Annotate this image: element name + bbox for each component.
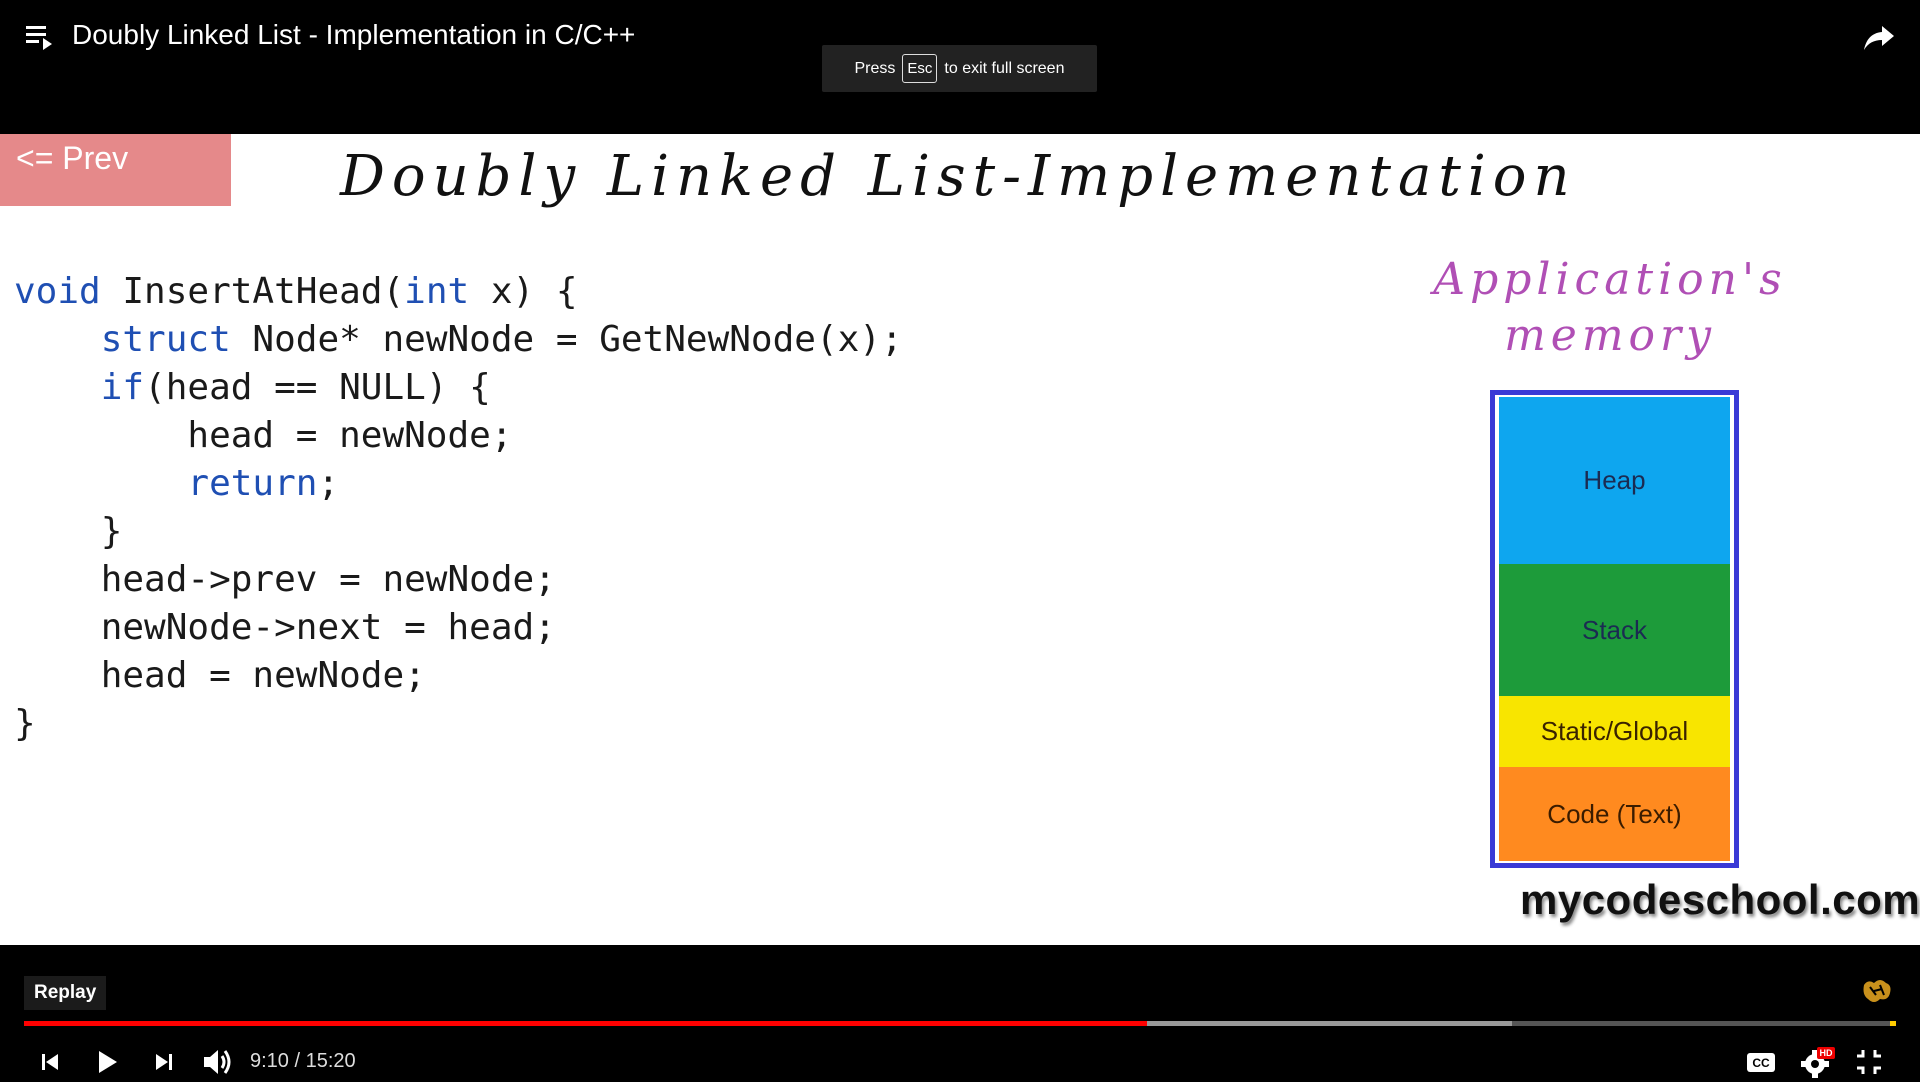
code-block: void InsertAtHead(int x) { struct Node* … xyxy=(14,268,903,748)
share-icon[interactable] xyxy=(1862,20,1896,54)
subtitles-icon[interactable]: CC xyxy=(1741,1042,1781,1082)
memory-title: Application's memory xyxy=(1420,252,1800,364)
top-bar: Doubly Linked List - Implementation in C… xyxy=(0,0,1920,134)
code-text: Node* newNode = GetNewNode(x); xyxy=(230,319,903,360)
channel-logo-icon[interactable] xyxy=(1860,977,1894,1005)
video-frame[interactable]: <= Prev Doubly Linked List-Implementatio… xyxy=(0,134,1920,945)
code-text: } xyxy=(14,703,36,744)
progress-marker xyxy=(1890,1021,1896,1026)
prev-button[interactable]: <= Prev xyxy=(0,134,231,206)
code-line: } xyxy=(14,700,903,748)
play-icon[interactable] xyxy=(87,1042,127,1082)
exit-fullscreen-icon[interactable] xyxy=(1849,1042,1889,1082)
code-line: return; xyxy=(14,460,903,508)
settings-icon[interactable]: HD xyxy=(1797,1042,1837,1082)
svg-text:CC: CC xyxy=(1752,1056,1770,1070)
code-line: newNode->next = head; xyxy=(14,604,903,652)
memory-title-line-1: Application's xyxy=(1433,254,1787,305)
code-line: if(head == NULL) { xyxy=(14,364,903,412)
next-icon[interactable] xyxy=(144,1042,184,1082)
code-text: head = newNode; xyxy=(100,655,426,696)
esc-key: Esc xyxy=(902,54,938,83)
memory-diagram: Heap Stack Static/Global Code (Text) xyxy=(1490,390,1739,868)
code-text: head = newNode; xyxy=(187,415,513,456)
code-text-segment: Code (Text) xyxy=(1499,767,1730,861)
progress-played xyxy=(24,1021,1148,1026)
video-title[interactable]: Doubly Linked List - Implementation in C… xyxy=(72,16,635,54)
code-keyword: struct xyxy=(100,319,231,360)
player-controls: Replay 9:10 / 15:20 CC HD xyxy=(0,945,1920,1080)
replay-badge[interactable]: Replay xyxy=(24,976,107,1010)
code-text: ; xyxy=(317,463,340,504)
code-text: InsertAtHead(int x) { xyxy=(100,271,578,312)
hd-badge: HD xyxy=(1820,1048,1833,1058)
previous-icon[interactable] xyxy=(30,1042,70,1082)
code-line: } xyxy=(14,508,903,556)
code-keyword: void xyxy=(14,271,101,312)
hint-press: Press xyxy=(854,59,896,77)
progress-bar[interactable] xyxy=(24,1021,1896,1026)
code-line: head->prev = newNode; xyxy=(14,556,903,604)
volume-icon[interactable] xyxy=(198,1042,238,1082)
heap-segment: Heap xyxy=(1499,397,1730,564)
hint-suffix: to exit full screen xyxy=(944,59,1065,77)
site-watermark: mycodeschool.com xyxy=(1520,876,1920,923)
code-line: struct Node* newNode = GetNewNode(x); xyxy=(14,316,903,364)
code-text: head->prev = newNode; xyxy=(100,559,556,600)
memory-title-line-2: memory xyxy=(1504,310,1716,361)
code-line: head = newNode; xyxy=(14,652,903,700)
playlist-icon[interactable] xyxy=(24,20,56,52)
code-line: head = newNode; xyxy=(14,412,903,460)
fullscreen-hint: Press Esc to exit full screen xyxy=(822,45,1097,92)
code-text: newNode->next = head; xyxy=(100,607,556,648)
stack-segment: Stack xyxy=(1499,564,1730,696)
code-keyword: if xyxy=(100,367,145,408)
code-text: } xyxy=(100,511,123,552)
code-line: void InsertAtHead(int x) { xyxy=(14,268,903,316)
static-global-segment: Static/Global xyxy=(1499,696,1730,767)
code-keyword: return xyxy=(187,463,318,504)
time-display: 9:10 / 15:20 xyxy=(250,1050,356,1072)
slide-title: Doubly Linked List-Implementation xyxy=(340,144,1577,209)
code-keyword: int xyxy=(404,271,470,312)
code-text: (head == NULL) { xyxy=(144,367,491,408)
